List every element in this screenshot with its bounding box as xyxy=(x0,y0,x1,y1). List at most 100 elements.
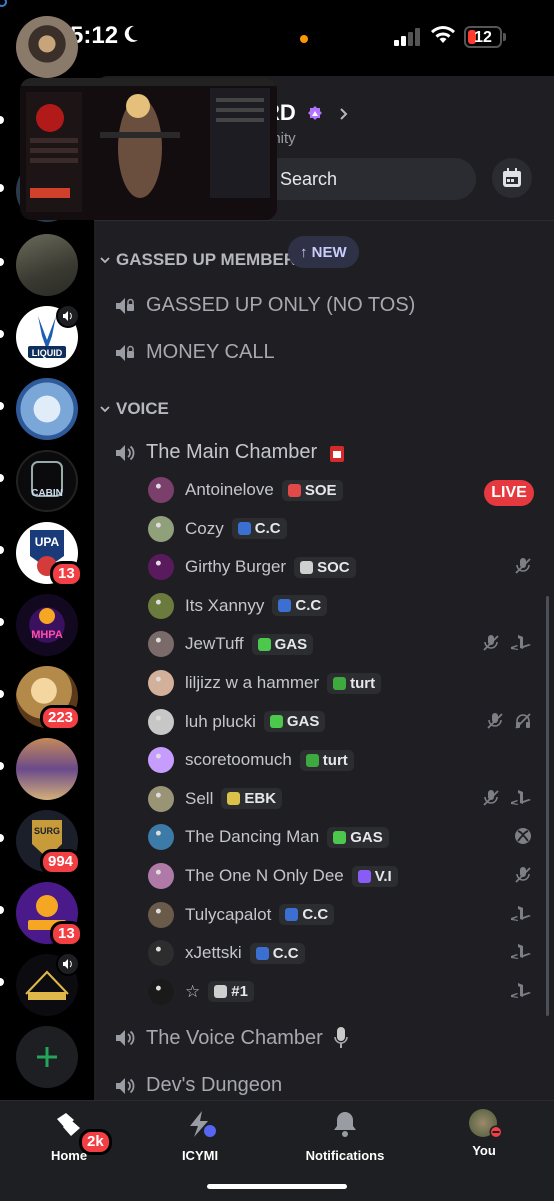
member-avatar xyxy=(148,477,174,503)
voice-member-row[interactable]: Girthy Burger SOC xyxy=(148,548,548,586)
clan-tag: SOE xyxy=(281,479,343,501)
member-status-icons xyxy=(486,712,532,730)
clan-tag-text: turt xyxy=(322,751,348,769)
home-indicator xyxy=(207,1184,347,1189)
tab-label: Notifications xyxy=(305,1148,385,1163)
channel-name: The Main Chamber xyxy=(146,441,318,463)
tab-notifications[interactable]: Notifications xyxy=(285,1109,405,1163)
category-voice[interactable]: VOICE xyxy=(100,399,169,419)
svg-text:SURG: SURG xyxy=(34,826,60,836)
voice-member-row[interactable]: Tulycapalot C.C xyxy=(148,896,548,934)
clan-tag: #1 xyxy=(208,981,254,1003)
clan-tag: V.I xyxy=(351,865,398,887)
playstation-icon xyxy=(511,789,531,805)
add-server-button[interactable] xyxy=(16,1026,78,1088)
voice-member-row[interactable]: Cozy C.C xyxy=(148,510,548,548)
chevron-right-icon xyxy=(340,108,348,120)
clan-tag-text: C.C xyxy=(302,906,329,924)
voice-member-row[interactable]: The One N Only Dee V.I xyxy=(148,857,548,895)
clan-tag-icon xyxy=(357,869,371,883)
deafened-headphones-icon xyxy=(515,712,531,729)
playstation-icon xyxy=(511,982,531,998)
voice-channel-gassed-only[interactable]: GASSED UP ONLY (NO TOS) xyxy=(114,294,415,317)
server-icon-anime[interactable] xyxy=(16,378,78,440)
voice-member-row[interactable]: The Dancing Man GAS xyxy=(148,818,548,856)
server-icon-cabin[interactable]: CABIN xyxy=(16,450,78,512)
user-profile-avatar[interactable] xyxy=(16,16,78,78)
clan-tag-icon xyxy=(285,908,299,922)
scrollbar[interactable] xyxy=(546,596,549,1016)
member-avatar xyxy=(148,901,174,928)
clan-tag: GAS xyxy=(327,826,389,848)
clan-tag-icon xyxy=(257,637,271,651)
clan-tag-text: #1 xyxy=(231,983,248,1001)
playstation-icon xyxy=(511,635,531,651)
cellular-signal-icon xyxy=(394,28,420,46)
server-unread-badge: 13 xyxy=(50,561,83,587)
voice-member-row[interactable]: liljizz w a hammer turt xyxy=(148,664,548,702)
clan-tag-text: GAS xyxy=(274,635,308,653)
clan-tag-icon xyxy=(255,946,269,960)
category-label: GASSED UP MEMBER xyxy=(116,250,297,269)
voice-channel-voice-chamber[interactable]: The Voice Chamber xyxy=(114,1026,349,1050)
voice-channel-main-chamber[interactable]: The Main Chamber xyxy=(114,441,347,464)
channel-name: MONEY CALL xyxy=(146,341,275,363)
member-name: The One N Only Dee xyxy=(185,866,344,885)
home-unread-badge: 2k xyxy=(79,1129,112,1155)
server-icon-mhpa[interactable]: MHPA xyxy=(16,594,78,656)
server-icon-basketball[interactable] xyxy=(16,738,78,800)
member-name: Antoinelove xyxy=(185,480,274,499)
new-messages-pill[interactable]: ↑ NEW xyxy=(288,236,359,268)
do-not-disturb-icon xyxy=(489,1125,503,1139)
speaker-icon xyxy=(116,1077,135,1094)
clan-tag-icon xyxy=(287,483,301,497)
member-name: Tulycapalot xyxy=(185,904,272,924)
plus-icon xyxy=(37,1047,57,1067)
clan-tag: turt xyxy=(299,749,354,771)
clan-tag: C.C xyxy=(272,595,328,617)
server-unread-badge: 13 xyxy=(50,921,83,947)
tab-home[interactable]: 2k Home xyxy=(9,1109,129,1163)
member-avatar xyxy=(148,785,174,812)
header-divider xyxy=(94,220,554,221)
clan-tag-text: SOE xyxy=(304,481,337,499)
voice-member-row[interactable]: xJettski C.C xyxy=(148,934,548,972)
member-avatar xyxy=(148,708,174,735)
category-gassed-up[interactable]: GASSED UP MEMBER xyxy=(100,250,296,270)
member-name: Girthy Burger xyxy=(185,557,287,577)
xbox-icon xyxy=(515,828,531,845)
voice-member-row[interactable]: ☆ #1 xyxy=(148,973,548,1011)
server-icon-street[interactable] xyxy=(16,234,78,296)
stream-pip-window[interactable] xyxy=(20,78,277,220)
voice-member-row[interactable]: luh plucki GAS xyxy=(148,703,548,741)
voice-member-row[interactable]: JewTuff GAS xyxy=(148,625,548,663)
member-status-icons xyxy=(510,943,532,961)
voice-channel-devs-dungeon[interactable]: Dev's Dungeon xyxy=(114,1074,282,1097)
muted-mic-icon xyxy=(483,789,499,806)
events-button[interactable] xyxy=(492,158,532,198)
voice-member-row[interactable]: Its Xannyy C.C xyxy=(148,587,548,625)
member-avatar xyxy=(148,824,174,851)
voice-member-row[interactable]: Sell EBK xyxy=(148,780,548,818)
search-label: Search xyxy=(280,169,338,189)
cabin-logo-icon: CABIN xyxy=(31,461,63,499)
voice-member-row[interactable]: scoretoomuch turt xyxy=(148,741,548,779)
tab-you[interactable]: You xyxy=(424,1109,544,1158)
clan-tag-icon xyxy=(300,560,314,574)
voice-channel-money-call[interactable]: MONEY CALL xyxy=(114,341,275,364)
lightning-icon xyxy=(190,1111,216,1137)
server-boost-badge-icon xyxy=(307,106,322,121)
voice-member-row[interactable]: Antoinelove SOE xyxy=(148,471,548,509)
clan-tag: turt xyxy=(327,672,382,694)
search-input[interactable]: Search xyxy=(254,158,476,200)
member-name: luh plucki xyxy=(185,711,256,731)
channel-name: Dev's Dungeon xyxy=(146,1074,283,1096)
tab-icymi[interactable]: ICYMI xyxy=(140,1109,260,1163)
clan-tag-text: GAS xyxy=(286,713,320,731)
clan-tag-icon xyxy=(333,830,347,844)
tab-label: You xyxy=(472,1143,496,1158)
member-avatar xyxy=(148,592,174,619)
locked-voice-icon xyxy=(116,297,134,314)
speaker-icon xyxy=(116,444,135,461)
speaker-icon xyxy=(116,1030,135,1046)
